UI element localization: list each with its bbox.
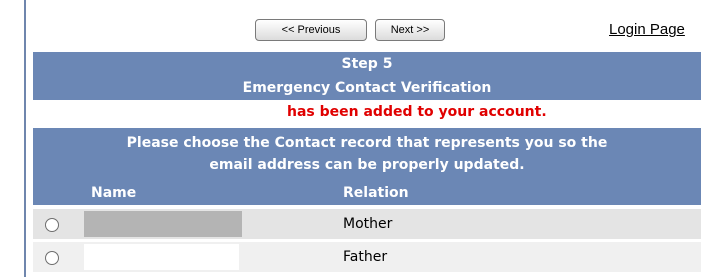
column-header-relation: Relation — [343, 185, 409, 201]
step-label: Step 5 — [341, 56, 393, 72]
contact-relation: Mother — [343, 216, 393, 232]
contact-verification-panel: << Previous Next >> Login Page Step 5 Em… — [33, 0, 701, 277]
table-row[interactable]: Father — [33, 242, 701, 272]
previous-button[interactable]: << Previous — [255, 19, 367, 41]
error-message: has been added to your account. — [287, 104, 547, 120]
instructions-line-2: email address can be properly updated. — [209, 157, 525, 173]
step-header: Step 5 Emergency Contact Verification — [33, 52, 701, 100]
column-header-name: Name — [91, 185, 137, 201]
page-left-border — [24, 0, 26, 277]
contact-relation: Father — [343, 249, 388, 265]
page-title: Emergency Contact Verification — [242, 80, 492, 96]
contact-name-cell — [84, 244, 239, 270]
nav-bar: << Previous Next >> Login Page — [33, 17, 701, 43]
error-message-row: has been added to your account. — [33, 100, 701, 126]
select-contact-radio[interactable] — [45, 218, 59, 232]
table-row[interactable]: Mother — [33, 209, 701, 239]
instructions-line-1: Please choose the Contact record that re… — [126, 135, 608, 151]
select-contact-radio[interactable] — [45, 251, 59, 265]
next-button[interactable]: Next >> — [375, 19, 445, 41]
login-page-link[interactable]: Login Page — [609, 21, 685, 38]
contact-name-cell — [84, 211, 242, 237]
instructions: Please choose the Contact record that re… — [33, 128, 701, 181]
table-header: Name Relation — [33, 181, 701, 205]
